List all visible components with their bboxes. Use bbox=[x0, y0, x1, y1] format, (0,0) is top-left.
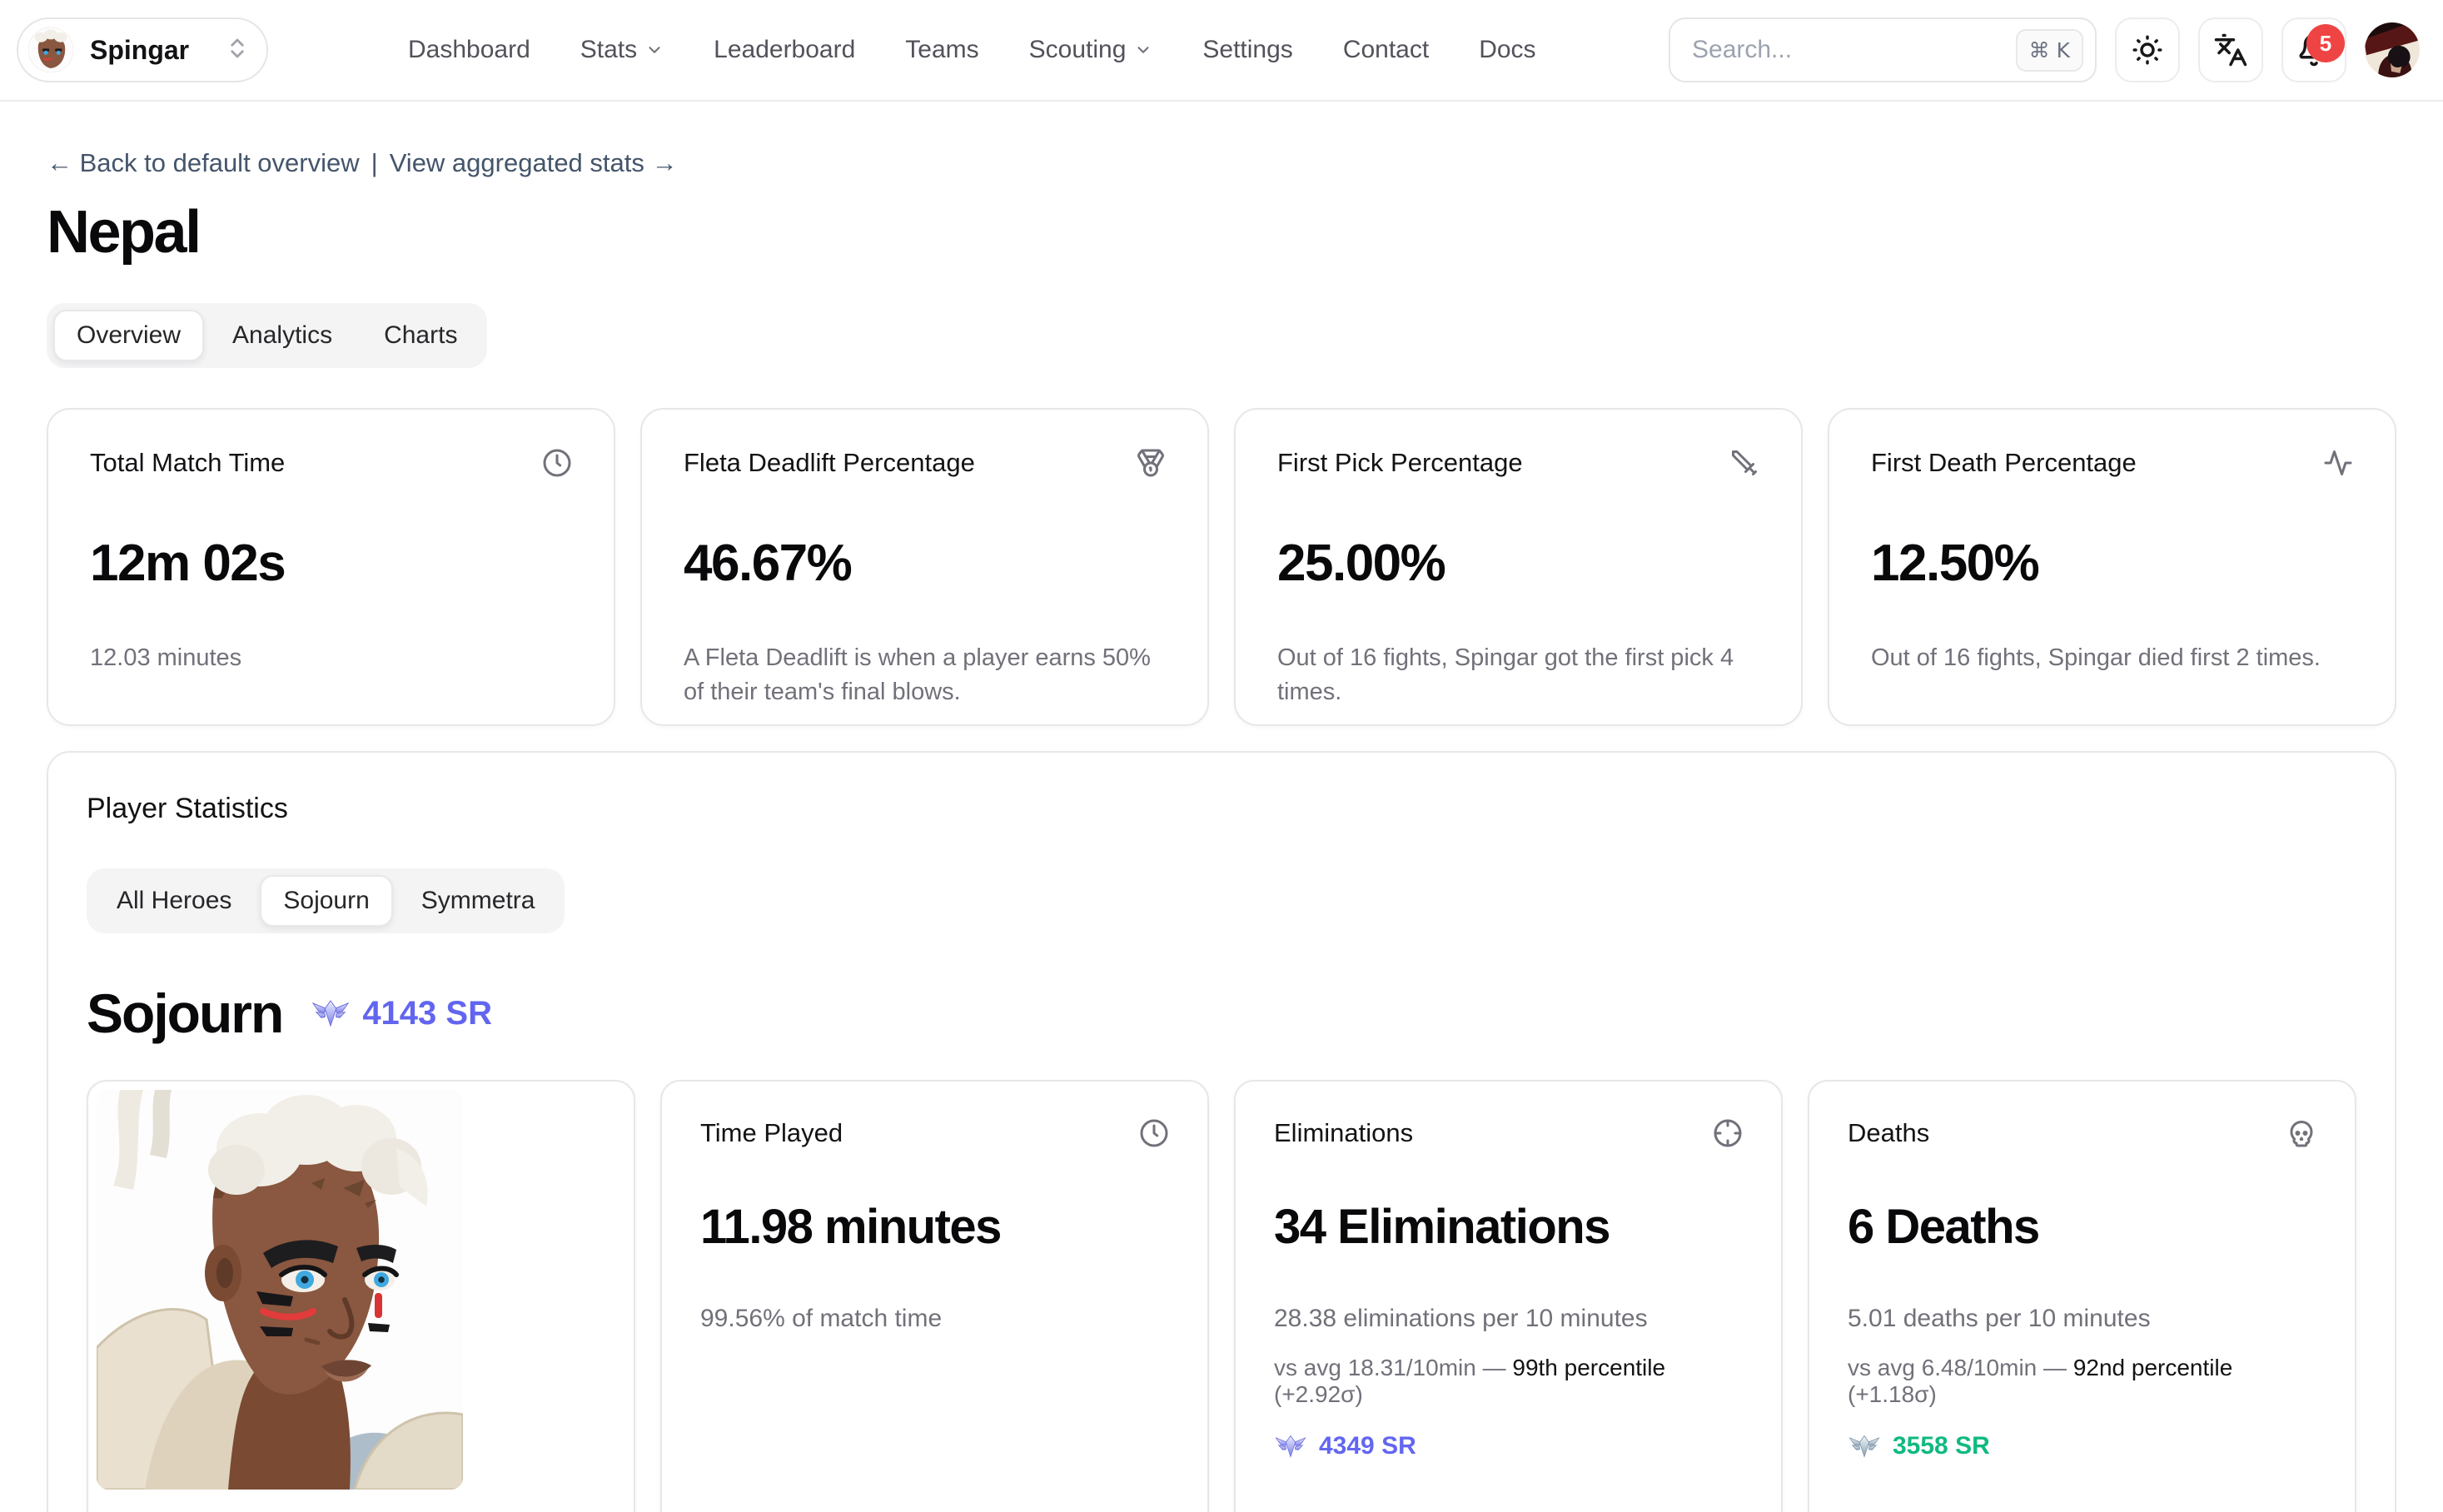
sword-icon bbox=[1729, 448, 1759, 482]
percentile-value: 99th percentile bbox=[1512, 1355, 1665, 1380]
hero-sr: 4143 SR bbox=[311, 993, 492, 1033]
stat-description: 99.56% of match time bbox=[700, 1305, 1169, 1333]
language-button[interactable] bbox=[2198, 17, 2263, 82]
card-title: First Pick Percentage bbox=[1277, 448, 1523, 478]
navbar-right: ⌘ K 5 bbox=[1669, 17, 2420, 82]
card-value: 12m 02s bbox=[90, 534, 572, 593]
back-link[interactable]: ← Back to default overview bbox=[47, 148, 360, 178]
stat-rate: 5.01 deaths per 10 minutes bbox=[1848, 1305, 2316, 1333]
card-description: 12.03 minutes bbox=[90, 641, 572, 675]
breadcrumb-separator: | bbox=[371, 148, 378, 178]
player-statistics-panel: Player Statistics All Heroes Sojourn Sym… bbox=[47, 751, 2396, 1512]
hero-header: Sojourn 4143 SR bbox=[87, 982, 2356, 1045]
summary-cards-row: Total Match Time 12m 02s 12.03 minutes F… bbox=[47, 408, 2396, 726]
nav-stats[interactable]: Stats bbox=[580, 36, 664, 64]
sun-icon bbox=[2130, 32, 2165, 67]
notifications-button[interactable]: 5 bbox=[2281, 17, 2346, 82]
activity-icon bbox=[2323, 448, 2353, 482]
nav-leaderboard[interactable]: Leaderboard bbox=[714, 36, 855, 64]
stat-vs-average: vs avg 6.48/10min — 92nd percentile (+1.… bbox=[1848, 1355, 2316, 1408]
sr-line: 3558 SR bbox=[1848, 1430, 2316, 1463]
card-description: Out of 16 fights, Spingar got the first … bbox=[1277, 641, 1759, 709]
search-input[interactable] bbox=[1692, 36, 2016, 64]
skull-icon bbox=[2286, 1118, 2316, 1152]
card-value: 12.50% bbox=[1871, 534, 2353, 593]
player-selector[interactable]: Spingar bbox=[17, 17, 268, 82]
total-match-time-card: Total Match Time 12m 02s 12.03 minutes bbox=[47, 408, 615, 726]
page-tabs: Overview Analytics Charts bbox=[47, 303, 487, 368]
main-nav: Dashboard Stats Leaderboard Teams Scouti… bbox=[408, 36, 1536, 64]
clock-icon bbox=[1139, 1118, 1169, 1152]
notification-count-badge: 5 bbox=[2306, 24, 2345, 62]
card-value: 25.00% bbox=[1277, 534, 1759, 593]
card-title: First Death Percentage bbox=[1871, 448, 2137, 478]
tab-charts[interactable]: Charts bbox=[361, 310, 480, 361]
rank-badge-icon bbox=[1848, 1430, 1881, 1463]
card-value: 46.67% bbox=[684, 534, 1166, 593]
search-shortcut-kbd: ⌘ K bbox=[2016, 29, 2083, 72]
languages-icon bbox=[2213, 32, 2248, 67]
stat-value: 34 Eliminations bbox=[1274, 1199, 1743, 1255]
hero-tabs: All Heroes Sojourn Symmetra bbox=[87, 868, 565, 933]
tab-all-heroes[interactable]: All Heroes bbox=[93, 875, 255, 927]
card-description: Out of 16 fights, Spingar died first 2 t… bbox=[1871, 641, 2353, 675]
hero-name: Sojourn bbox=[87, 982, 282, 1045]
deaths-card: Deaths 6 Deaths 5.01 deaths per 10 minut… bbox=[1808, 1080, 2356, 1512]
stat-value: 11.98 minutes bbox=[700, 1199, 1169, 1255]
first-death-card: First Death Percentage 12.50% Out of 16 … bbox=[1828, 408, 2396, 726]
stat-value: 6 Deaths bbox=[1848, 1199, 2316, 1255]
clock-icon bbox=[542, 448, 572, 482]
navbar: Spingar Dashboard Stats Leaderboard Team… bbox=[0, 0, 2443, 102]
hero-sr-value: 4143 SR bbox=[362, 995, 492, 1032]
user-avatar[interactable] bbox=[2365, 22, 2420, 77]
aggregated-stats-link[interactable]: View aggregated stats → bbox=[390, 148, 678, 178]
fleta-deadlift-card: Fleta Deadlift Percentage 46.67% A Fleta… bbox=[640, 408, 1209, 726]
crosshair-icon bbox=[1713, 1118, 1743, 1152]
time-played-card: Time Played 11.98 minutes 99.56% of matc… bbox=[660, 1080, 1209, 1512]
tab-symmetra[interactable]: Symmetra bbox=[398, 875, 559, 927]
sr-value: 4349 SR bbox=[1319, 1432, 1416, 1460]
main-content: ← Back to default overview | View aggreg… bbox=[0, 148, 2443, 1512]
percentile-value: 92nd percentile bbox=[2073, 1355, 2232, 1380]
first-pick-card: First Pick Percentage 25.00% Out of 16 f… bbox=[1234, 408, 1803, 726]
chevron-down-icon bbox=[645, 41, 664, 59]
tab-overview[interactable]: Overview bbox=[53, 310, 204, 361]
card-title: Deaths bbox=[1848, 1118, 1929, 1148]
tab-analytics[interactable]: Analytics bbox=[209, 310, 356, 361]
nav-docs[interactable]: Docs bbox=[1479, 36, 1535, 64]
nav-settings[interactable]: Settings bbox=[1202, 36, 1292, 64]
chevron-down-icon bbox=[1134, 41, 1152, 59]
player-selector-label: Spingar bbox=[90, 35, 208, 66]
rank-badge-icon bbox=[1274, 1430, 1307, 1463]
nav-teams[interactable]: Teams bbox=[905, 36, 978, 64]
sr-value: 3558 SR bbox=[1893, 1432, 1990, 1460]
sigma-value: (+1.18σ) bbox=[1848, 1381, 1937, 1407]
breadcrumb: ← Back to default overview | View aggreg… bbox=[47, 148, 2396, 178]
nav-scouting[interactable]: Scouting bbox=[1029, 36, 1153, 64]
search-box[interactable]: ⌘ K bbox=[1669, 17, 2097, 82]
theme-toggle-button[interactable] bbox=[2115, 17, 2180, 82]
stat-rate: 28.38 eliminations per 10 minutes bbox=[1274, 1305, 1743, 1333]
stat-vs-average: vs avg 18.31/10min — 99th percentile (+2… bbox=[1274, 1355, 1743, 1408]
hero-cards-row: Time Played 11.98 minutes 99.56% of matc… bbox=[87, 1080, 2356, 1512]
player-avatar-icon bbox=[28, 27, 73, 72]
hero-portrait-card bbox=[87, 1080, 635, 1512]
rank-badge-icon bbox=[311, 993, 351, 1033]
card-title: Fleta Deadlift Percentage bbox=[684, 448, 975, 478]
hero-portrait-image bbox=[97, 1090, 463, 1490]
nav-dashboard[interactable]: Dashboard bbox=[408, 36, 530, 64]
medal-icon bbox=[1136, 448, 1166, 482]
tab-sojourn[interactable]: Sojourn bbox=[260, 875, 392, 927]
card-title: Eliminations bbox=[1274, 1118, 1413, 1148]
nav-contact[interactable]: Contact bbox=[1343, 36, 1429, 64]
chevrons-up-down-icon bbox=[225, 36, 250, 65]
card-title: Total Match Time bbox=[90, 448, 285, 478]
card-title: Time Played bbox=[700, 1118, 843, 1148]
card-description: A Fleta Deadlift is when a player earns … bbox=[684, 641, 1166, 709]
sigma-value: (+2.92σ) bbox=[1274, 1381, 1363, 1407]
eliminations-card: Eliminations 34 Eliminations 28.38 elimi… bbox=[1234, 1080, 1783, 1512]
panel-title: Player Statistics bbox=[87, 793, 2356, 825]
page-title: Nepal bbox=[47, 198, 2396, 266]
sr-line: 4349 SR bbox=[1274, 1430, 1743, 1463]
